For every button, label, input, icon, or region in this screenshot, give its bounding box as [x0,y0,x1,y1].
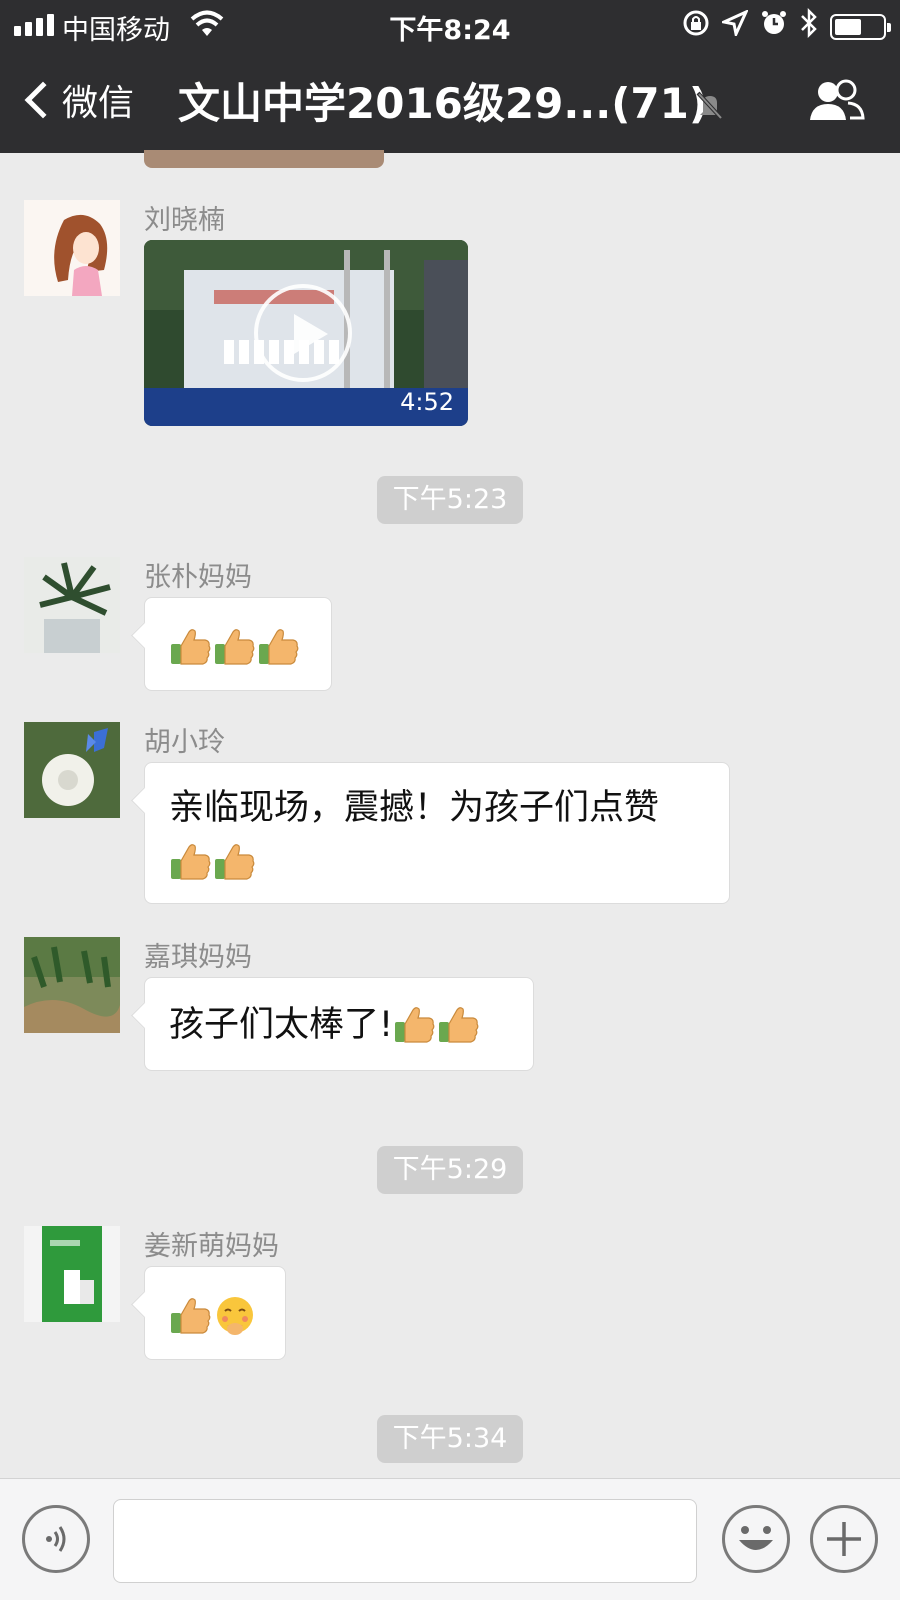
previous-image-thumbnail[interactable] [144,150,384,168]
thumbs-up-icon [170,1298,211,1334]
sender-name: 姜新萌妈妈 [144,1231,279,1262]
back-button[interactable]: 微信 [24,74,134,126]
message-item: 姜新萌妈妈 [24,1226,884,1366]
emoji-button[interactable] [722,1505,790,1573]
chevron-left-icon [24,81,62,119]
message-item: 胡小玲 亲临现场，震撼！为孩子们点赞 [24,722,884,922]
message-text: 孩子们太棒了! [169,1005,394,1045]
timestamp: 下午5:23 [377,476,523,524]
battery-icon [830,13,891,40]
avatar[interactable] [24,1226,120,1322]
sender-name: 胡小玲 [144,727,225,758]
mute-bell-icon [695,90,725,129]
thumbs-up-icon [438,1007,479,1043]
avatar[interactable] [24,937,120,1033]
avatar[interactable] [24,557,120,653]
timestamp: 下午5:29 [377,1146,523,1194]
thumbs-up-icon [170,844,211,880]
group-members-icon[interactable] [806,76,866,126]
nav-bar: 微信 文山中学2016级29...(71) [0,60,900,146]
thumbs-up-icon [258,629,299,665]
message-item: 刘晓楠 4:52 [24,200,884,430]
back-label: 微信 [62,83,135,124]
sender-name: 嘉琪妈妈 [144,942,252,973]
avatar[interactable] [24,722,120,818]
status-bar: 中国移动 下午8:24 [0,0,900,52]
top-bar: 中国移动 下午8:24 微信 文山中学2016级29...(71) [0,0,900,153]
giggle-face-icon [217,1297,253,1335]
more-options-button[interactable] [810,1505,878,1573]
message-item: 张朴妈妈 [24,557,884,697]
chat-title: 文山中学2016级29...(71) [178,79,709,128]
message-input[interactable] [113,1499,697,1583]
thumbs-up-icon [214,844,255,880]
thumbs-up-icon [214,629,255,665]
bluetooth-icon [800,7,818,45]
message-text: 亲临现场，震撼！为孩子们点赞 [169,788,660,828]
input-bar [0,1478,900,1600]
rotation-lock-icon [682,9,710,44]
smiley-icon [739,1526,773,1550]
thumbs-up-icon [170,629,211,665]
video-duration: 4:52 [400,388,454,416]
message-bubble[interactable] [144,597,332,691]
message-item: 嘉琪妈妈 孩子们太棒了! [24,937,884,1077]
sender-name: 刘晓楠 [144,205,225,236]
alarm-icon [760,9,788,44]
thumbs-up-icon [394,1007,435,1043]
voice-icon [46,1526,66,1552]
voice-input-button[interactable] [22,1505,90,1573]
avatar[interactable] [24,200,120,296]
sender-name: 张朴妈妈 [144,562,252,593]
message-bubble[interactable] [144,1266,286,1360]
timestamp: 下午5:34 [377,1415,523,1463]
play-icon[interactable] [254,284,352,382]
video-message[interactable]: 4:52 [144,240,468,426]
plus-icon [827,1522,861,1556]
message-bubble[interactable]: 亲临现场，震撼！为孩子们点赞 [144,762,730,904]
message-bubble[interactable]: 孩子们太棒了! [144,977,534,1071]
location-arrow-icon [719,8,750,43]
